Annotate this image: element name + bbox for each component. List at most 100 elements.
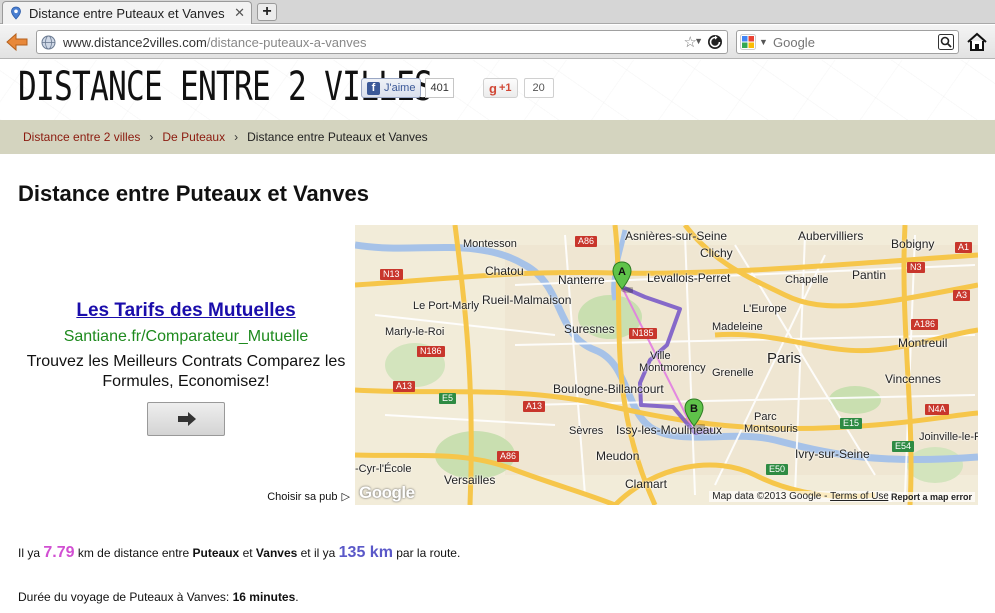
- map-label-chatou: Chatou: [485, 264, 524, 278]
- map-label-leportmarly: Le Port-Marly: [413, 300, 480, 312]
- city-to: Vanves: [255, 546, 298, 560]
- map-attribution-text: Map data ©2013 Google -: [712, 491, 828, 502]
- url-host: www.distance2villes.com: [63, 35, 207, 50]
- map-label-nanterre: Nanterre: [558, 273, 605, 287]
- road-shield-n185: N185: [629, 328, 657, 339]
- map-label-montreuil: Montreuil: [898, 336, 948, 350]
- map-marker-a-icon: A: [612, 261, 633, 293]
- ad-url[interactable]: Santiane.fr/Comparateur_Mutuelle: [18, 328, 354, 346]
- google-plus-button[interactable]: g +1: [483, 78, 518, 98]
- adchoices-icon: ▷: [341, 491, 350, 503]
- map-label-aubervilliers: Aubervilliers: [798, 229, 864, 243]
- summary-mid2: et: [239, 546, 256, 560]
- map-label-ville: Ville: [650, 350, 671, 362]
- map-label-vincennes: Vincennes: [885, 372, 941, 386]
- navigation-toolbar: www.distance2villes.com/distance-puteaux…: [0, 25, 995, 59]
- duration-prefix: Durée du voyage de Puteaux à Vanves:: [18, 590, 233, 604]
- url-bar[interactable]: www.distance2villes.com/distance-puteaux…: [36, 30, 728, 54]
- facebook-like-button[interactable]: f J'aime: [361, 78, 422, 98]
- map-label-asnieres: Asnières-sur-Seine: [625, 229, 728, 243]
- road-shield-n3: N3: [907, 262, 925, 273]
- google-plus-count: 20: [523, 78, 554, 98]
- google-search-engine-icon[interactable]: [740, 34, 756, 50]
- map-marker-b-icon: B: [684, 398, 705, 430]
- close-tab-icon[interactable]: ✕: [234, 5, 245, 21]
- map-label-montesson: Montesson: [463, 238, 517, 250]
- search-engine-dropdown-icon[interactable]: ▼: [759, 37, 768, 47]
- map-label-leurope: L'Europe: [743, 303, 787, 315]
- google-plus-icon: g: [489, 80, 497, 96]
- home-icon[interactable]: [965, 30, 989, 54]
- ad-arrow-button[interactable]: [147, 402, 225, 436]
- breadcrumb-separator: ›: [149, 130, 154, 144]
- google-map-logo[interactable]: Google: [359, 483, 415, 503]
- map-label-suresnes: Suresnes: [564, 322, 615, 336]
- facebook-like-widget[interactable]: f J'aime 401: [361, 78, 454, 98]
- map-label-clamart: Clamart: [625, 477, 668, 491]
- new-tab-button[interactable]: +: [257, 3, 277, 21]
- search-bar[interactable]: ▼: [736, 30, 959, 54]
- google-plus-label: +1: [498, 82, 512, 94]
- tab-title: Distance entre Puteaux et Vanves: [29, 5, 225, 21]
- map-label-versailles: Versailles: [444, 473, 496, 487]
- tab-active[interactable]: Distance entre Puteaux et Vanves ✕: [2, 1, 252, 24]
- road-shield-a86: A86: [575, 236, 598, 247]
- map-label-levallois: Levallois-Perret: [647, 271, 731, 285]
- reload-icon[interactable]: [707, 34, 723, 50]
- road-shield-a3: A3: [953, 290, 971, 301]
- ad-choice-link[interactable]: Choisir sa pub ▷: [267, 490, 350, 504]
- map-label-issy: Issy-les-Moulineaux: [616, 423, 723, 437]
- road-shield-a186: A186: [911, 319, 939, 330]
- search-input[interactable]: [773, 34, 933, 50]
- map-label-paris: Paris: [767, 350, 802, 367]
- road-shield-a13-left: A13: [393, 381, 416, 392]
- breadcrumb-home-link[interactable]: Distance entre 2 villes: [23, 130, 140, 144]
- map-label-pantin: Pantin: [852, 268, 887, 282]
- map-label-marlyleroi: Marly-le-Roi: [385, 326, 445, 338]
- search-magnifier-icon[interactable]: [938, 34, 954, 50]
- duration-suffix: .: [295, 590, 299, 604]
- tab-bar: Distance entre Puteaux et Vanves ✕ +: [0, 0, 995, 24]
- road-shield-n4a: N4A: [925, 404, 949, 415]
- advertisement[interactable]: Les Tarifs des Mutuelles Santiane.fr/Com…: [18, 225, 354, 505]
- breadcrumb-from-link[interactable]: De Puteaux: [162, 130, 225, 144]
- map-label-boulogne: Boulogne-Billancourt: [553, 382, 664, 396]
- summary-suffix: par la route.: [392, 546, 461, 560]
- distance-by-road: 135 km: [338, 544, 393, 561]
- road-shield-a1: A1: [955, 242, 973, 253]
- map-pin-icon: [11, 6, 21, 20]
- map-label-meudon: Meudon: [596, 449, 640, 463]
- map-label-bobigny: Bobigny: [891, 237, 935, 251]
- terms-of-use-link[interactable]: Terms of Use: [830, 491, 889, 502]
- route-map[interactable]: Asnières-sur-Seine Aubervilliers Bobigny…: [355, 225, 978, 505]
- ad-title-link[interactable]: Les Tarifs des Mutuelles: [18, 300, 354, 322]
- road-shield-a86-bottom: A86: [497, 451, 520, 462]
- arrow-right-icon: [178, 412, 196, 426]
- web-page: DISTANCE ENTRE 2 VILLES f J'aime 401 g +…: [0, 60, 995, 613]
- ad-description: Trouvez les Meilleurs Contrats Comparez …: [26, 353, 346, 390]
- map-label-sevres: Sèvres: [569, 425, 604, 437]
- back-arrow-icon[interactable]: [4, 30, 30, 54]
- breadcrumb-current: Distance entre Puteaux et Vanves: [247, 130, 428, 144]
- history-dropdown-icon[interactable]: ▼: [694, 36, 703, 46]
- map-label-madeleine: Madeleine: [712, 321, 763, 333]
- url-text[interactable]: www.distance2villes.com/distance-puteaux…: [63, 35, 366, 50]
- road-shield-n186: N186: [417, 346, 445, 357]
- google-plus-widget[interactable]: g +1 20: [483, 78, 554, 98]
- road-shield-n13: N13: [380, 269, 403, 280]
- distance-as-crow-flies: 7.79: [43, 544, 75, 561]
- map-label-parc: Parc: [754, 411, 777, 423]
- map-label-montsouris: Montsouris: [744, 423, 798, 435]
- road-shield-e54: E54: [892, 441, 915, 452]
- duration-value: 16 minutes: [232, 590, 296, 604]
- map-label-montmorency: Montmorency: [639, 362, 706, 374]
- distance-summary: Il ya 7.79 km de distance entre Puteaux …: [18, 544, 460, 562]
- map-marker-b-label: B: [690, 403, 698, 415]
- facebook-like-count: 401: [425, 78, 454, 98]
- url-path: /distance-puteaux-a-vanves: [206, 35, 367, 50]
- road-shield-e15: E15: [840, 418, 863, 429]
- report-map-error-link[interactable]: Report a map error: [887, 492, 975, 502]
- map-label-grenelle: Grenelle: [712, 367, 754, 379]
- map-marker-a-label: A: [618, 266, 626, 278]
- summary-mid1: km de distance entre: [74, 546, 193, 560]
